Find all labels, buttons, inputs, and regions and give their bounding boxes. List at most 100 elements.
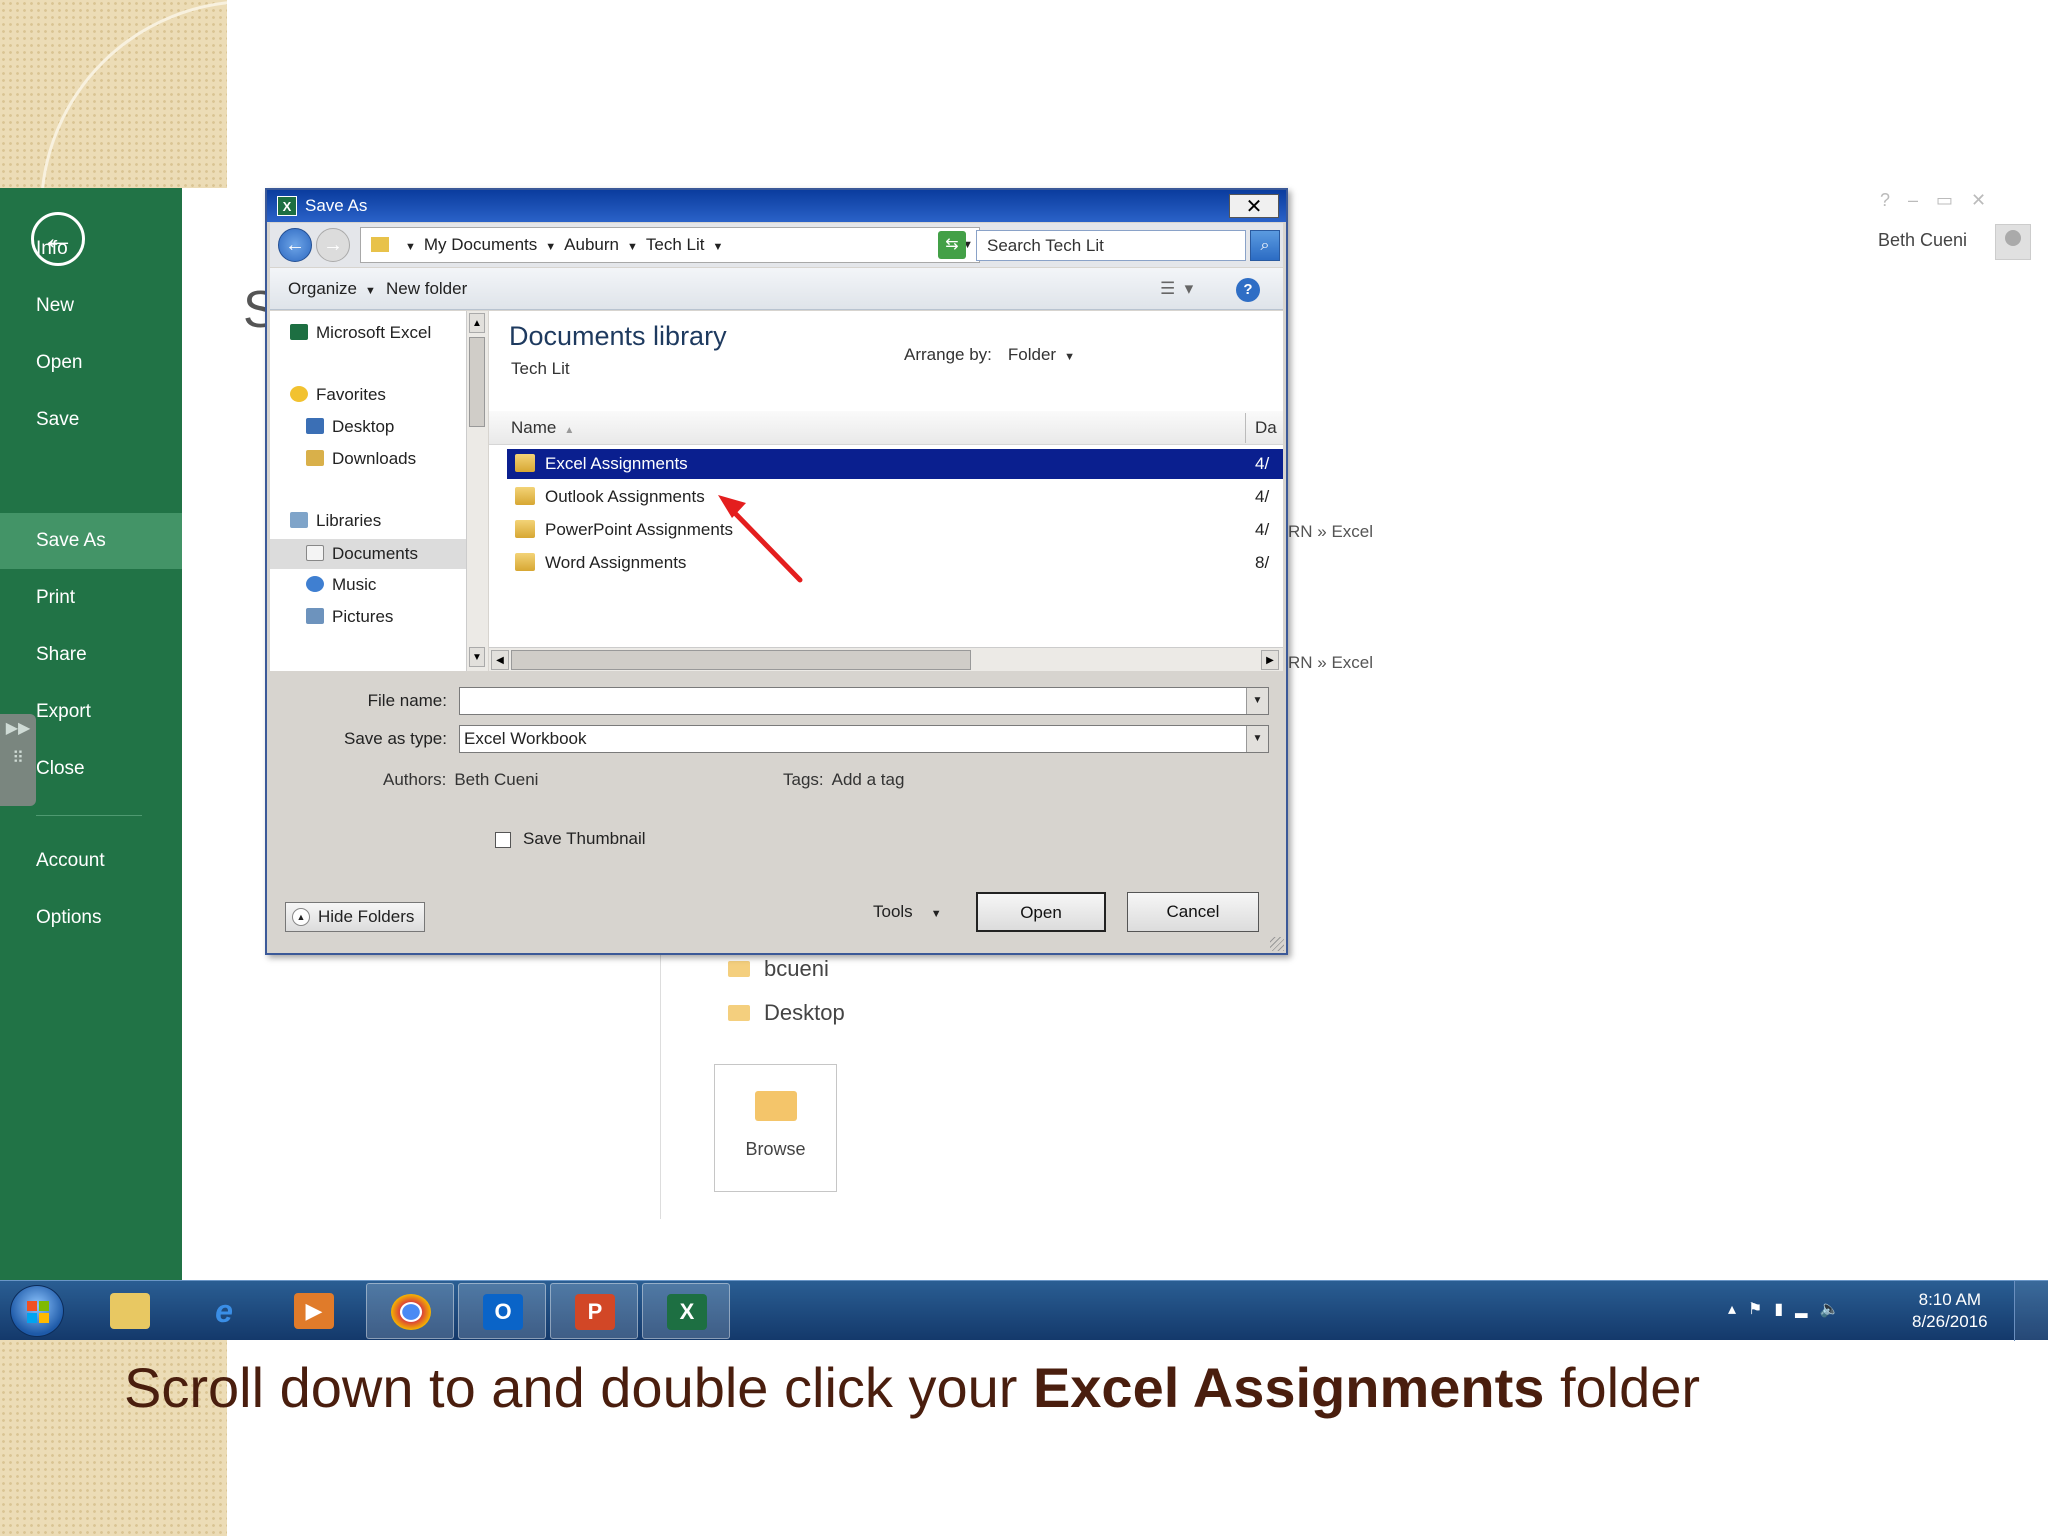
backstage-item-print[interactable]: Print xyxy=(0,570,182,626)
scroll-thumb[interactable] xyxy=(469,337,485,427)
scroll-left-icon[interactable]: ◀ xyxy=(491,650,509,670)
backstage-item-save[interactable]: Save xyxy=(0,392,182,448)
breadcrumb-item[interactable]: Auburn xyxy=(564,235,619,254)
column-name[interactable]: Name ▲ xyxy=(511,411,574,448)
backstage-item-new[interactable]: New xyxy=(0,278,182,334)
scroll-thumb[interactable] xyxy=(511,650,971,670)
clock[interactable]: 8:10 AM 8/26/2016 xyxy=(1912,1289,1988,1333)
backstage-item-share[interactable]: Share xyxy=(0,627,182,683)
location-item[interactable]: bcueni xyxy=(728,956,829,982)
help-icon[interactable]: ? xyxy=(1236,278,1260,302)
dialog-title: Save As xyxy=(305,196,368,215)
breadcrumb-item[interactable]: My Documents xyxy=(424,235,537,254)
backstage-item-save-as[interactable]: Save As xyxy=(0,513,182,569)
nav-item-downloads[interactable]: Downloads xyxy=(306,449,416,469)
file-row[interactable]: Excel Assignments 4/ xyxy=(507,449,1283,479)
side-panel-handle[interactable]: ▶▶ ⠿ xyxy=(0,714,36,806)
taskbar-app-explorer[interactable] xyxy=(86,1283,174,1339)
file-row[interactable]: PowerPoint Assignments 4/ xyxy=(507,515,1283,545)
library-title: Documents library xyxy=(509,321,727,351)
arrange-by[interactable]: Arrange by: Folder ▼ xyxy=(904,345,1075,365)
nav-item-music[interactable]: Music xyxy=(306,575,376,595)
horizontal-scrollbar[interactable]: ◀ ▶ xyxy=(489,647,1283,671)
file-row[interactable]: Outlook Assignments 4/ xyxy=(507,482,1283,512)
dialog-titlebar[interactable]: X Save As ✕ xyxy=(267,190,1286,222)
chevron-down-icon[interactable]: ▼ xyxy=(627,241,638,253)
backstage-item-account[interactable]: Account xyxy=(0,833,182,889)
nav-item-desktop[interactable]: Desktop xyxy=(306,417,394,437)
desktop-icon xyxy=(306,418,324,434)
backstage-item-options[interactable]: Options xyxy=(0,890,182,946)
tags-field[interactable]: Tags: Add a tag xyxy=(783,770,904,790)
nav-item-microsoft-excel[interactable]: Microsoft Excel xyxy=(290,323,431,343)
chevron-down-icon[interactable]: ▼ xyxy=(1246,688,1268,714)
start-button[interactable] xyxy=(10,1285,64,1337)
breadcrumb-item[interactable]: Tech Lit xyxy=(646,235,705,254)
taskbar: e ▶ O P X ▴⚑▮▂🔈 8:10 AM 8/26/2016 xyxy=(0,1280,2048,1341)
document-icon xyxy=(306,545,324,561)
recent-folder-path[interactable]: RN » Excel xyxy=(1288,653,1373,673)
scroll-up-icon[interactable]: ▲ xyxy=(469,313,485,333)
scroll-right-icon[interactable]: ▶ xyxy=(1261,650,1279,670)
backstage-item-open[interactable]: Open xyxy=(0,335,182,391)
window-controls[interactable]: ?–▭✕ xyxy=(1880,190,2004,211)
save-thumbnail-checkbox[interactable] xyxy=(495,832,511,848)
location-item[interactable]: Desktop xyxy=(728,1000,845,1026)
file-row[interactable]: Word Assignments 8/ xyxy=(507,548,1283,578)
nav-scrollbar[interactable]: ▲ ▼ xyxy=(466,311,488,671)
new-folder-button[interactable]: New folder xyxy=(386,268,467,310)
search-input[interactable]: Search Tech Lit xyxy=(976,230,1246,261)
refresh-icon[interactable]: ⇆ xyxy=(938,231,966,259)
folder-icon xyxy=(728,961,750,977)
taskbar-app-outlook[interactable]: O xyxy=(458,1283,546,1339)
tools-button[interactable]: Tools ▼ xyxy=(873,902,942,922)
back-button[interactable]: ← xyxy=(278,228,312,262)
star-icon xyxy=(290,386,308,402)
taskbar-app-excel[interactable]: X xyxy=(642,1283,730,1339)
taskbar-app-chrome[interactable] xyxy=(366,1283,454,1339)
recent-folder-path[interactable]: RN » Excel xyxy=(1288,522,1373,542)
user-name[interactable]: Beth Cueni xyxy=(1878,230,1967,251)
sort-up-icon: ▲ xyxy=(564,425,575,436)
open-button[interactable]: Open xyxy=(976,892,1106,932)
chevron-down-icon[interactable]: ▼ xyxy=(405,241,416,253)
save-as-type-select[interactable]: Excel Workbook ▼ xyxy=(459,725,1269,753)
chevron-down-icon[interactable]: ▼ xyxy=(1246,726,1268,752)
authors-field[interactable]: Authors: Beth Cueni xyxy=(383,770,538,790)
taskbar-app-powerpoint[interactable]: P xyxy=(550,1283,638,1339)
avatar[interactable] xyxy=(1995,224,2031,260)
hide-folders-button[interactable]: ▲ Hide Folders xyxy=(285,902,425,932)
excel-icon: X xyxy=(277,196,297,216)
search-icon[interactable]: ⌕ xyxy=(1250,230,1280,261)
taskbar-app-media-player[interactable]: ▶ xyxy=(270,1283,358,1339)
system-tray[interactable]: ▴⚑▮▂🔈 xyxy=(1728,1299,1851,1319)
forward-button[interactable]: → xyxy=(316,228,350,262)
backstage-item-info[interactable]: Info xyxy=(0,221,182,277)
nav-item-documents[interactable]: Documents xyxy=(270,539,466,569)
nav-item-pictures[interactable]: Pictures xyxy=(306,607,393,627)
file-list-pane: Documents library Tech Lit Arrange by: Fo… xyxy=(489,311,1283,671)
show-desktop-button[interactable] xyxy=(2014,1281,2048,1341)
close-icon[interactable]: ✕ xyxy=(1229,194,1279,218)
chevron-down-icon[interactable]: ▼ xyxy=(545,241,556,253)
organize-button[interactable]: Organize ▼ xyxy=(288,268,376,312)
save-as-dialog: X Save As ✕ ← → ▼ My Documents ▼ Auburn ▼ Tec… xyxy=(265,188,1288,955)
column-date[interactable]: Da xyxy=(1255,411,1277,445)
internet-explorer-icon: e xyxy=(215,1293,233,1329)
nav-item-favorites[interactable]: Favorites xyxy=(290,385,386,405)
breadcrumb[interactable]: ▼ My Documents ▼ Auburn ▼ Tech Lit ▼ ▼ xyxy=(360,227,980,263)
view-options-icon[interactable]: ☰ ▾ xyxy=(1160,268,1193,310)
resize-grip[interactable] xyxy=(1270,937,1284,951)
folder-icon xyxy=(515,454,535,472)
folder-icon xyxy=(728,1005,750,1021)
libraries-icon xyxy=(290,512,308,528)
browse-button[interactable]: Browse xyxy=(714,1064,837,1192)
nav-item-libraries[interactable]: Libraries xyxy=(290,511,381,531)
backstage-separator xyxy=(36,815,142,816)
cancel-button[interactable]: Cancel xyxy=(1127,892,1259,932)
scroll-down-icon[interactable]: ▼ xyxy=(469,647,485,667)
save-thumbnail-label[interactable]: Save Thumbnail xyxy=(523,829,646,849)
file-name-input[interactable]: ▼ xyxy=(459,687,1269,715)
taskbar-app-internet-explorer[interactable]: e xyxy=(180,1283,268,1339)
chevron-down-icon[interactable]: ▼ xyxy=(712,241,723,253)
